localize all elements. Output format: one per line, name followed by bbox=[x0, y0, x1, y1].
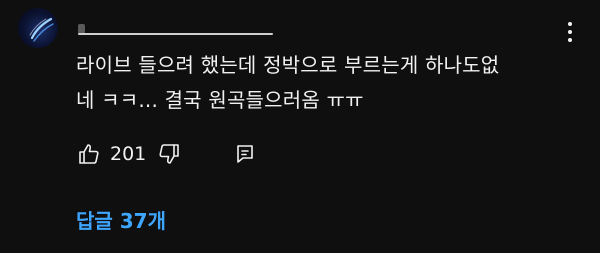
thumbs-down-icon bbox=[159, 144, 180, 164]
comment-text-line-1: 라이브 들으려 했는데 정박으로 부르는게 하나도없 bbox=[76, 53, 500, 77]
more-vertical-icon-dot bbox=[568, 38, 572, 42]
reply-button[interactable] bbox=[232, 141, 258, 167]
thumbs-up-icon bbox=[79, 144, 99, 164]
comment-text-line-2: 네 ㅋㅋ... 결국 원곡들으러옴 ㅠㅠ bbox=[76, 88, 364, 112]
author-name[interactable] bbox=[78, 24, 278, 42]
comment-text: 라이브 들으려 했는데 정박으로 부르는게 하나도없 네 ㅋㅋ... 결국 원곡… bbox=[76, 48, 576, 118]
more-vertical-icon-dot bbox=[568, 30, 572, 34]
like-count: 201 bbox=[110, 143, 147, 165]
avatar[interactable] bbox=[18, 8, 58, 48]
like-button[interactable] bbox=[76, 141, 102, 167]
view-replies-button[interactable]: 답글 37개 bbox=[76, 205, 166, 234]
more-options-button[interactable] bbox=[560, 18, 580, 46]
more-vertical-icon bbox=[568, 22, 572, 26]
reply-icon bbox=[237, 145, 254, 163]
comment-actions: 201 bbox=[76, 140, 258, 168]
comment-card: 라이브 들으려 했는데 정박으로 부르는게 하나도없 네 ㅋㅋ... 결국 원곡… bbox=[0, 0, 600, 253]
avatar-image bbox=[29, 17, 54, 42]
author-name-redacted bbox=[78, 33, 273, 35]
dislike-button[interactable] bbox=[156, 141, 182, 167]
